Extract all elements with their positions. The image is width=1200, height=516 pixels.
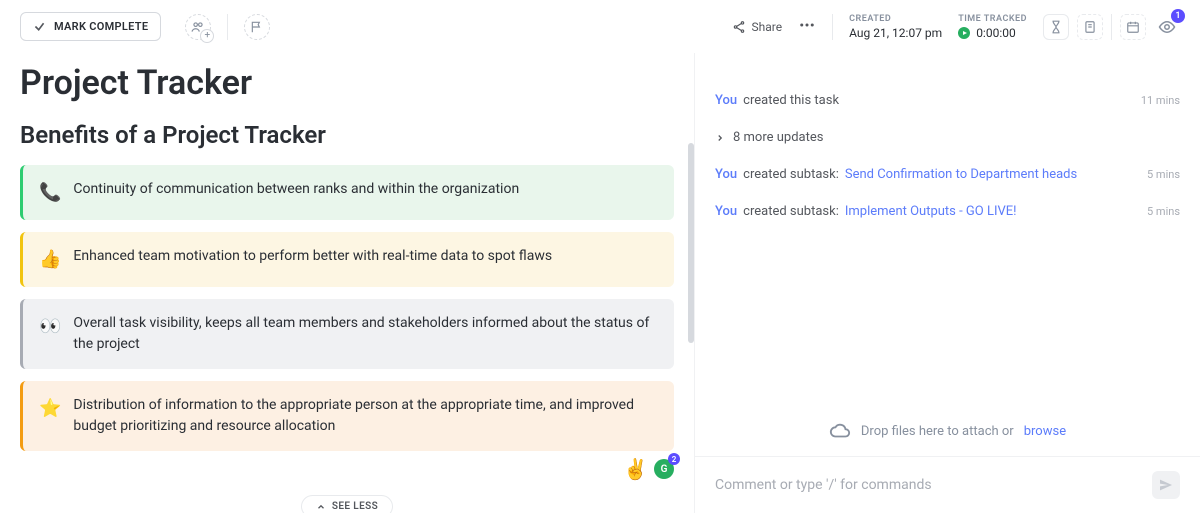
- divider: [832, 14, 833, 40]
- activity-item: You created subtask: Implement Outputs -…: [715, 204, 1180, 219]
- activity-user[interactable]: You: [715, 167, 737, 182]
- dots-icon: [798, 16, 816, 34]
- callout-item: 👍 Enhanced team motivation to perform be…: [20, 232, 674, 287]
- play-icon[interactable]: [958, 27, 970, 39]
- flag-icon: [250, 20, 264, 34]
- assignee-group: +: [185, 14, 211, 40]
- expand-label: 8 more updates: [733, 130, 823, 145]
- check-icon: [33, 20, 46, 33]
- created-label: CREATED: [849, 14, 942, 24]
- plus-icon: +: [200, 29, 214, 43]
- share-label: Share: [752, 20, 783, 34]
- callout-text: Overall task visibility, keeps all team …: [73, 313, 658, 355]
- upload-dropzone[interactable]: Drop files here to attach or browse: [695, 406, 1200, 456]
- date-button[interactable]: [1120, 14, 1146, 40]
- time-tracked-meta: TIME TRACKED 0:00:00: [958, 14, 1027, 40]
- activity-time: 5 mins: [1147, 168, 1180, 181]
- activity-user[interactable]: You: [715, 204, 737, 219]
- activity-link[interactable]: Implement Outputs - GO LIVE!: [845, 204, 1017, 219]
- priority-flag[interactable]: [244, 14, 270, 40]
- watchers-button[interactable]: 1: [1154, 14, 1180, 40]
- calendar-icon: [1126, 20, 1140, 34]
- activity-pane: You created this task 11 mins 8 more upd…: [694, 53, 1200, 513]
- reaction-count: 2: [668, 453, 680, 465]
- activity-text: created subtask:: [743, 204, 839, 219]
- activity-text: created this task: [743, 93, 839, 108]
- more-menu[interactable]: [798, 16, 816, 38]
- timer-button[interactable]: [1043, 14, 1069, 40]
- callout-item: ⭐ Distribution of information to the app…: [20, 381, 674, 451]
- divider: [227, 14, 228, 40]
- avatar[interactable]: G 2: [654, 459, 674, 479]
- page-title: Project Tracker: [20, 63, 674, 103]
- share-button[interactable]: Share: [732, 20, 783, 34]
- reaction-row: ✌️ G 2: [20, 457, 674, 481]
- assignee-add[interactable]: +: [185, 14, 211, 40]
- sprint-icon: [1083, 20, 1097, 34]
- avatar-initials: G: [661, 464, 668, 475]
- callout-item: 📞 Continuity of communication between ra…: [20, 165, 674, 220]
- activity-time: 11 mins: [1141, 94, 1180, 107]
- scrollbar[interactable]: [688, 143, 694, 343]
- activity-link[interactable]: Send Confirmation to Department heads: [845, 167, 1077, 182]
- browse-link[interactable]: browse: [1024, 424, 1066, 439]
- expand-updates[interactable]: 8 more updates: [715, 130, 1180, 145]
- callout-item: 👀 Overall task visibility, keeps all tea…: [20, 299, 674, 369]
- thumbsup-icon: 👍: [39, 246, 61, 273]
- estimate-button[interactable]: [1077, 14, 1103, 40]
- time-tracked-label: TIME TRACKED: [958, 14, 1027, 24]
- send-button[interactable]: [1152, 471, 1180, 499]
- send-icon: [1158, 477, 1174, 493]
- share-icon: [732, 20, 746, 34]
- callout-text: Continuity of communication between rank…: [73, 179, 519, 200]
- activity-text: created subtask:: [743, 167, 839, 182]
- see-less-label: SEE LESS: [332, 501, 378, 512]
- mark-complete-label: MARK COMPLETE: [54, 20, 148, 33]
- watchers-count: 1: [1171, 9, 1185, 23]
- activity-user[interactable]: You: [715, 93, 737, 108]
- cloud-icon: [829, 420, 851, 442]
- chevron-up-icon: [316, 502, 326, 512]
- hourglass-icon: [1049, 20, 1063, 34]
- upload-text: Drop files here to attach or: [861, 424, 1014, 439]
- time-tracked-value: 0:00:00: [976, 26, 1016, 40]
- created-value: Aug 21, 12:07 pm: [849, 26, 942, 40]
- mark-complete-button[interactable]: MARK COMPLETE: [20, 12, 161, 41]
- divider: [1111, 14, 1112, 40]
- activity-time: 5 mins: [1147, 205, 1180, 218]
- section-title: Benefits of a Project Tracker: [20, 121, 674, 149]
- callout-text: Enhanced team motivation to perform bett…: [73, 246, 552, 267]
- peace-icon[interactable]: ✌️: [623, 457, 648, 481]
- star-icon: ⭐: [39, 395, 61, 422]
- eyes-icon: 👀: [39, 313, 61, 340]
- callout-text: Distribution of information to the appro…: [73, 395, 658, 437]
- phone-icon: 📞: [39, 179, 61, 206]
- activity-item: You created this task 11 mins: [715, 93, 1180, 108]
- chevron-right-icon: [715, 133, 725, 143]
- comment-row: Comment or type '/' for commands: [695, 456, 1200, 513]
- created-meta: CREATED Aug 21, 12:07 pm: [849, 14, 942, 40]
- see-less-button[interactable]: SEE LESS: [301, 495, 393, 513]
- activity-item: You created subtask: Send Confirmation t…: [715, 167, 1180, 182]
- comment-input[interactable]: Comment or type '/' for commands: [715, 477, 1140, 493]
